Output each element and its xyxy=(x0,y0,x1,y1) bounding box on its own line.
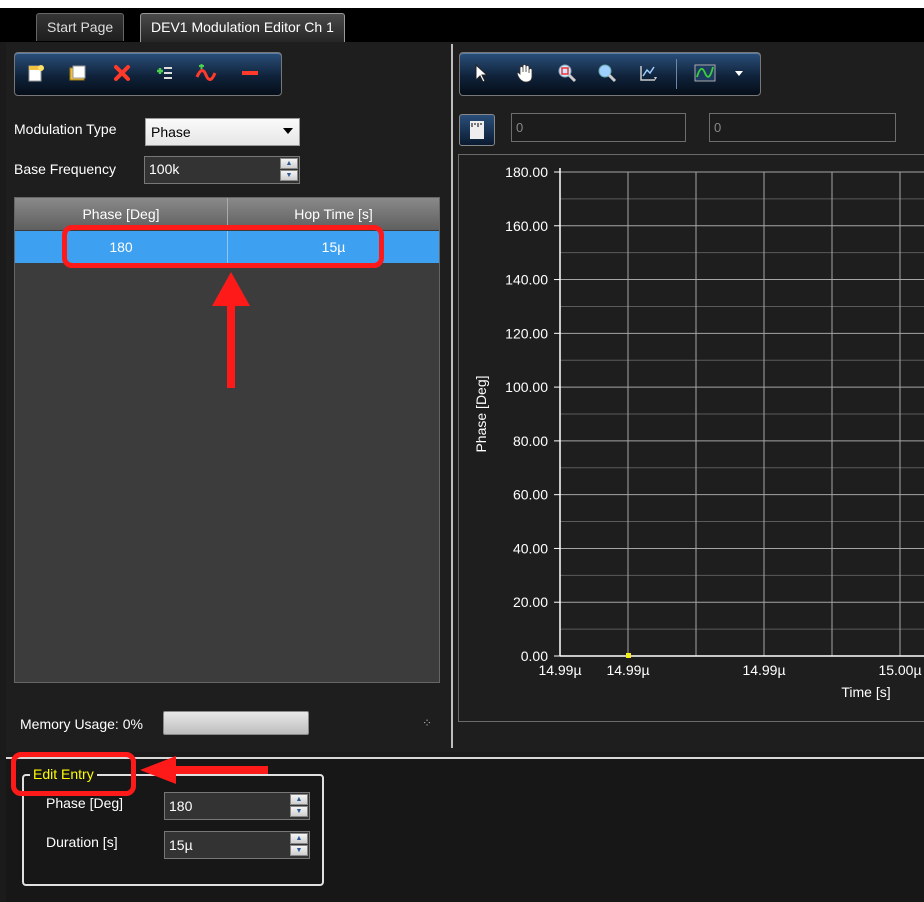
new-icon[interactable] xyxy=(25,62,47,84)
data-point[interactable] xyxy=(626,653,631,658)
base-frequency-field[interactable]: 100k ▲ ▼ xyxy=(144,156,300,184)
delete-icon[interactable] xyxy=(111,62,133,84)
stepper-down-icon[interactable]: ▼ xyxy=(280,170,298,181)
pointer-icon[interactable] xyxy=(470,62,492,84)
zoom-fit-icon[interactable] xyxy=(638,62,660,84)
cursor-value-1: 0 xyxy=(516,120,524,135)
edit-phase-stepper[interactable]: ▲ ▼ xyxy=(290,794,308,818)
y-tick-label: 80.00 xyxy=(513,433,548,449)
window-top-edge xyxy=(0,0,924,8)
highlight-annotation-edit-entry xyxy=(11,752,136,796)
modulation-table: Phase [Deg] Hop Time [s] 180 15µ xyxy=(14,197,440,683)
y-tick-label: 100.00 xyxy=(505,379,548,395)
chart-toolbar xyxy=(459,52,761,96)
base-frequency-label: Base Frequency xyxy=(14,161,116,177)
y-tick-label: 180.00 xyxy=(505,164,548,180)
dropdown-arrow-icon[interactable] xyxy=(732,62,746,84)
y-tick-label: 140.00 xyxy=(505,272,548,288)
pane-splitter[interactable] xyxy=(451,44,453,748)
stepper-up-icon[interactable]: ▲ xyxy=(290,833,308,844)
cursor-value-2: 0 xyxy=(714,120,722,135)
edit-phase-value: 180 xyxy=(169,798,193,814)
arrow-left-annotation xyxy=(140,756,268,784)
phase-chart[interactable]: 180.00 160.00 140.00 120.00 100.00 80.00 60.00… xyxy=(458,154,924,720)
y-tick-label: 40.00 xyxy=(513,540,548,556)
cursor-value-field-2[interactable]: 0 xyxy=(709,113,896,142)
waveform-icon[interactable] xyxy=(195,62,217,84)
memory-usage-bar xyxy=(163,711,309,735)
memory-usage-label: Memory Usage: 0% xyxy=(20,716,143,732)
tab-bar xyxy=(0,8,924,42)
x-tick-label: 14.99µ xyxy=(538,662,581,678)
table-toolbar xyxy=(14,52,282,96)
base-frequency-stepper[interactable]: ▲ ▼ xyxy=(280,158,298,182)
stepper-down-icon[interactable]: ▼ xyxy=(290,845,308,856)
edit-duration-value: 15µ xyxy=(169,837,193,853)
y-tick-label: 160.00 xyxy=(505,218,548,234)
tab-modulation-editor[interactable]: DEV1 Modulation Editor Ch 1 xyxy=(140,13,345,42)
chart-style-icon[interactable] xyxy=(692,62,718,84)
highlight-annotation-row xyxy=(62,225,384,268)
tab-start-page[interactable]: Start Page xyxy=(36,13,125,41)
x-tick-label: 14.99µ xyxy=(742,662,785,678)
open-icon[interactable] xyxy=(67,62,89,84)
x-tick-label: 15.00µ xyxy=(878,662,921,678)
cursor-value-field-1[interactable]: 0 xyxy=(511,113,686,142)
chevron-down-icon xyxy=(283,128,293,134)
x-axis-label: Time [s] xyxy=(841,684,890,700)
edit-duration-label: Duration [s] xyxy=(46,834,118,850)
stepper-down-icon[interactable]: ▼ xyxy=(290,806,308,817)
stepper-up-icon[interactable]: ▲ xyxy=(290,794,308,805)
edit-duration-stepper[interactable]: ▲ ▼ xyxy=(290,833,308,857)
arrow-up-annotation xyxy=(212,272,250,388)
modulation-type-label: Modulation Type xyxy=(14,121,117,137)
modulation-type-select[interactable]: Phase xyxy=(145,118,300,146)
modulation-type-value: Phase xyxy=(151,124,191,140)
zoom-box-icon[interactable] xyxy=(556,62,578,84)
pan-hand-icon[interactable] xyxy=(514,62,536,84)
edit-phase-field[interactable]: 180 ▲ ▼ xyxy=(164,792,310,820)
edit-phase-label: Phase [Deg] xyxy=(46,795,124,811)
resize-grip-icon[interactable]: ⁘ xyxy=(422,717,432,729)
zoom-icon[interactable] xyxy=(596,62,618,84)
edit-duration-field[interactable]: 15µ ▲ ▼ xyxy=(164,831,310,859)
insert-row-icon[interactable] xyxy=(153,62,175,84)
y-tick-label: 60.00 xyxy=(513,487,548,503)
base-frequency-value: 100k xyxy=(149,161,180,177)
y-tick-label: 20.00 xyxy=(513,594,548,610)
y-tick-label: 120.00 xyxy=(505,325,548,341)
y-axis-label: Phase [Deg] xyxy=(473,375,489,452)
x-tick-label: 14.99µ xyxy=(606,662,649,678)
remove-icon[interactable] xyxy=(239,62,261,84)
stepper-up-icon[interactable]: ▲ xyxy=(280,158,298,169)
ruler-icon[interactable] xyxy=(459,114,495,146)
